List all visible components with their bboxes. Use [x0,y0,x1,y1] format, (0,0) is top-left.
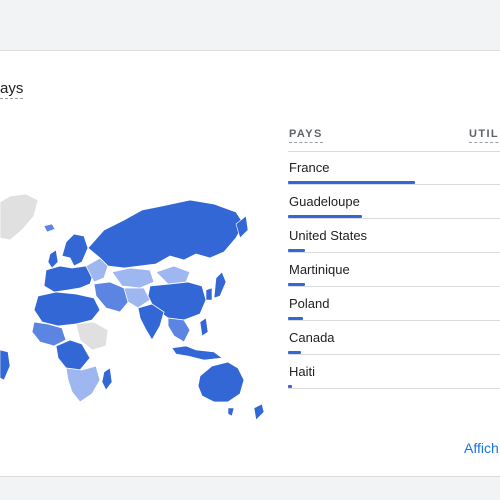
table-row[interactable]: Haiti [288,355,500,389]
countries-card: ays PAYS UTIL France Guadeloupe United S… [0,50,500,477]
map-region-new-zealand [253,403,265,421]
map-region-iceland [43,223,56,233]
map-region-western-europe [43,265,95,293]
column-header-users[interactable]: UTIL [469,127,500,143]
map-region-philippines [199,317,209,337]
map-region-south-america [0,349,11,381]
map-region-scandinavia [61,233,89,267]
map-region-kazakhstan [111,267,155,289]
table-row[interactable]: France [288,151,500,185]
map-region-australia [197,361,245,403]
map-region-central-asia [123,287,151,309]
country-name: Haiti [289,364,316,379]
country-name: France [289,160,330,175]
column-header-country[interactable]: PAYS [289,127,323,143]
world-map [0,193,265,421]
table-row[interactable]: Guadeloupe [288,185,500,219]
card-title[interactable]: ays [0,80,24,99]
country-name: Martinique [289,262,350,277]
view-report-link[interactable]: Affich [464,439,500,457]
country-name: Canada [289,330,335,345]
map-region-tasmania [227,407,235,417]
map-region-north-africa [33,291,101,327]
map-region-korea [205,287,213,301]
map-region-india [137,303,165,341]
map-region-madagascar [101,367,113,391]
table-row[interactable]: Poland [288,287,500,321]
map-region-mongolia [155,265,191,285]
map-region-japan [213,271,227,299]
map-region-russia [87,199,245,269]
table-row[interactable]: Canada [288,321,500,355]
table-row[interactable]: Martinique [288,253,500,287]
map-region-indonesia [171,345,223,361]
country-name: Poland [289,296,330,311]
map-region-uk [47,249,59,269]
country-name: Guadeloupe [289,194,360,209]
map-region-south-africa [65,365,101,403]
row-divider [288,388,500,389]
map-region-greenland [0,193,39,241]
map-region-southeast-asia [167,317,191,343]
table-row[interactable]: United States [288,219,500,253]
country-name: United States [289,228,368,243]
